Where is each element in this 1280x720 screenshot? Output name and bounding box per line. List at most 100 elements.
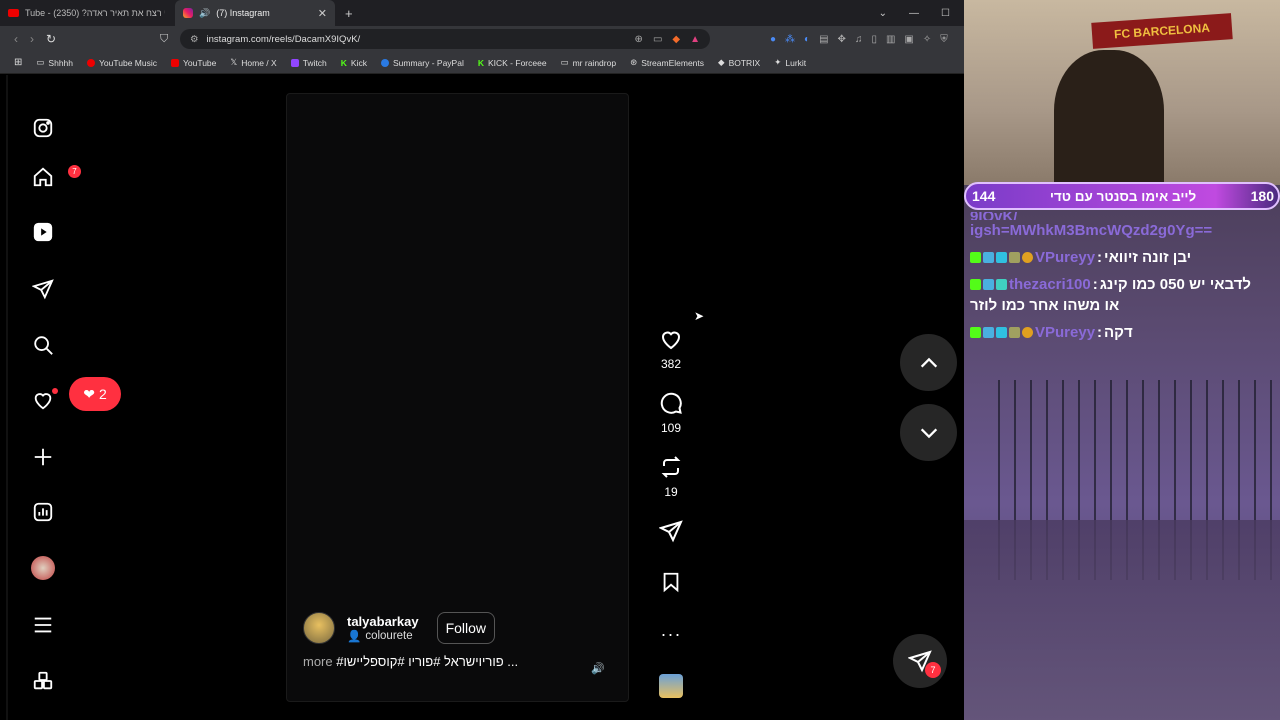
audio-thumbnail[interactable] <box>659 674 683 698</box>
wallet-icon[interactable]: ▣ <box>904 34 913 45</box>
bookmark-item[interactable]: 𝕏 Home / X <box>230 57 276 68</box>
chat-line: או משהו אחר כמו לוזר <box>970 297 1120 314</box>
create-icon[interactable] <box>22 439 64 475</box>
share-icon[interactable] <box>656 519 686 543</box>
forward-button[interactable]: › <box>30 32 34 46</box>
lurkit-icon: ✦ <box>774 57 782 67</box>
repost-action[interactable]: 19 <box>656 455 686 499</box>
author-username[interactable]: talyabarkay <box>347 614 419 629</box>
bookmark-item[interactable]: YouTube Music <box>87 58 157 68</box>
x-icon: 𝕏 <box>230 57 238 67</box>
background-water <box>964 520 1280 720</box>
bookmark-icon[interactable]: ⛉ <box>160 33 168 46</box>
notifications-icon[interactable] <box>22 382 64 418</box>
bookmark-item[interactable]: ▭ mr raindrop <box>561 57 617 68</box>
home-icon[interactable] <box>22 159 64 195</box>
dashboard-icon[interactable] <box>22 494 64 530</box>
search-icon[interactable] <box>22 327 64 363</box>
apps-icon[interactable]: ⊞ <box>14 57 22 68</box>
next-reel-button[interactable] <box>900 404 957 461</box>
extension-icon[interactable]: ● <box>770 34 776 45</box>
reload-button[interactable]: ↻ <box>46 32 56 46</box>
window-controls: ⌄ — ☐ <box>879 0 964 26</box>
messages-fab[interactable]: 7 <box>893 634 947 688</box>
badge-icon <box>983 279 994 290</box>
menu-icon[interactable] <box>22 607 64 643</box>
bookmark-item[interactable]: ✦ Lurkit <box>774 57 806 68</box>
goal-title: לייב אימו בסנטר עם טדי <box>1049 188 1197 204</box>
volume-icon[interactable]: 🔊 <box>591 662 607 678</box>
kick-badge-icon <box>970 327 981 338</box>
instagram-logo-icon[interactable] <box>22 110 64 146</box>
tab-bar: Tube - מי רצח את תאיר ראדה? (2350) 🔊 (7)… <box>0 0 964 26</box>
rewards-icon[interactable]: ▲ <box>690 34 700 45</box>
follow-button[interactable]: Follow <box>436 612 496 644</box>
new-tab-button[interactable]: + <box>345 6 353 21</box>
notification-popup[interactable]: ❤ 2 <box>69 377 121 411</box>
zoom-icon[interactable]: ⊕ <box>635 34 643 45</box>
site-info-icon[interactable]: ⚙ <box>190 34 199 45</box>
address-bar[interactable]: ⚙ instagram.com/reels/DacamX9IQvK/ ⊕ ▭ ◆… <box>180 29 710 49</box>
sidebar-icon[interactable]: ▥ <box>886 34 895 45</box>
translate-icon[interactable]: ⁂ <box>785 34 795 45</box>
also-from-meta-icon[interactable] <box>22 663 64 699</box>
bookmark-item[interactable]: ⊛ StreamElements <box>630 57 704 68</box>
extension-icon[interactable]: ◐ <box>804 34 810 45</box>
bookmark-item[interactable]: ◆ BOTRIX <box>718 57 760 68</box>
messages-icon[interactable] <box>22 271 64 307</box>
chat-line: VPureyy : יבן זונה זיוואי <box>970 249 1280 266</box>
extension-icon[interactable]: ▤ <box>819 34 828 45</box>
maximize-button[interactable]: ☐ <box>941 8 950 19</box>
audio-info[interactable]: 👤 colourete <box>347 629 419 643</box>
reel-author: talyabarkay 👤 colourete Follow <box>303 612 496 644</box>
bookmark-item[interactable]: ▭ Shhhh <box>36 57 73 68</box>
chat-line: 9IQvK/ <box>970 212 1280 220</box>
like-icon[interactable] <box>659 327 683 351</box>
bookmark-item[interactable]: Twitch <box>290 58 327 68</box>
bookmark-item[interactable]: YouTube <box>170 58 216 68</box>
chevron-down-icon <box>920 428 937 438</box>
author-avatar[interactable] <box>303 612 335 644</box>
reading-list-icon[interactable]: ▯ <box>871 34 877 45</box>
leo-icon[interactable]: ✧ <box>923 34 931 45</box>
music-icon[interactable]: ♫ <box>855 34 863 45</box>
bookmark-item[interactable]: Summary - PayPal <box>380 58 464 68</box>
more-link[interactable]: more <box>303 654 333 669</box>
kick-icon: K <box>340 57 347 68</box>
bookmark-item[interactable]: K Kick <box>341 58 367 68</box>
comment-action[interactable]: 109 <box>656 391 686 435</box>
streamer-image <box>1054 50 1164 185</box>
folder-icon: ▭ <box>560 57 569 67</box>
comment-icon[interactable] <box>659 391 683 415</box>
badge-icon <box>996 252 1007 263</box>
goal-target: 180 <box>1250 188 1274 204</box>
chat-message: לדבאי יש 050 כמו קינג <box>1099 276 1251 293</box>
reels-icon[interactable] <box>22 214 64 250</box>
goal-current: 144 <box>972 188 996 204</box>
caption-text: #פוריוישראל #פוריו #קוספליישו ... <box>336 654 519 669</box>
tab-search-icon[interactable]: ⌄ <box>879 8 887 19</box>
like-count: 382 <box>660 357 682 371</box>
puzzle-icon[interactable]: ✥ <box>838 34 846 45</box>
vpn-icon[interactable]: ⛨ <box>940 34 948 45</box>
more-options-icon[interactable]: ··· <box>656 624 686 645</box>
nav-buttons: ‹ › ↻ <box>0 32 80 46</box>
profile-avatar[interactable] <box>22 550 64 586</box>
save-icon[interactable] <box>656 571 686 593</box>
reel-caption[interactable]: more #פוריוישראל #פוריו #קוספליישו ... <box>303 654 518 669</box>
youtube-icon <box>8 9 19 17</box>
reel-video[interactable]: talyabarkay 👤 colourete Follow more #פור… <box>286 93 629 702</box>
cast-icon[interactable]: ▭ <box>653 34 662 45</box>
tab-youtube[interactable]: Tube - מי רצח את תאיר ראדה? (2350) <box>0 0 175 26</box>
tab-instagram[interactable]: 🔊 (7) Instagram ✕ <box>175 0 335 26</box>
minimize-button[interactable]: — <box>909 8 919 19</box>
bookmark-item[interactable]: K KICK - Forceee <box>478 58 547 68</box>
repost-icon[interactable] <box>659 455 683 479</box>
back-button[interactable]: ‹ <box>14 32 18 46</box>
brave-shield-icon[interactable]: ◆ <box>672 34 680 45</box>
close-tab-icon[interactable]: ✕ <box>318 7 327 20</box>
previous-reel-button[interactable] <box>900 334 957 391</box>
notification-count: 2 <box>98 386 107 402</box>
stream-overlay: FC BARCELONA 144 לייב אימו בסנטר עם טדי … <box>964 0 1280 720</box>
like-action[interactable]: 382 <box>656 327 686 371</box>
